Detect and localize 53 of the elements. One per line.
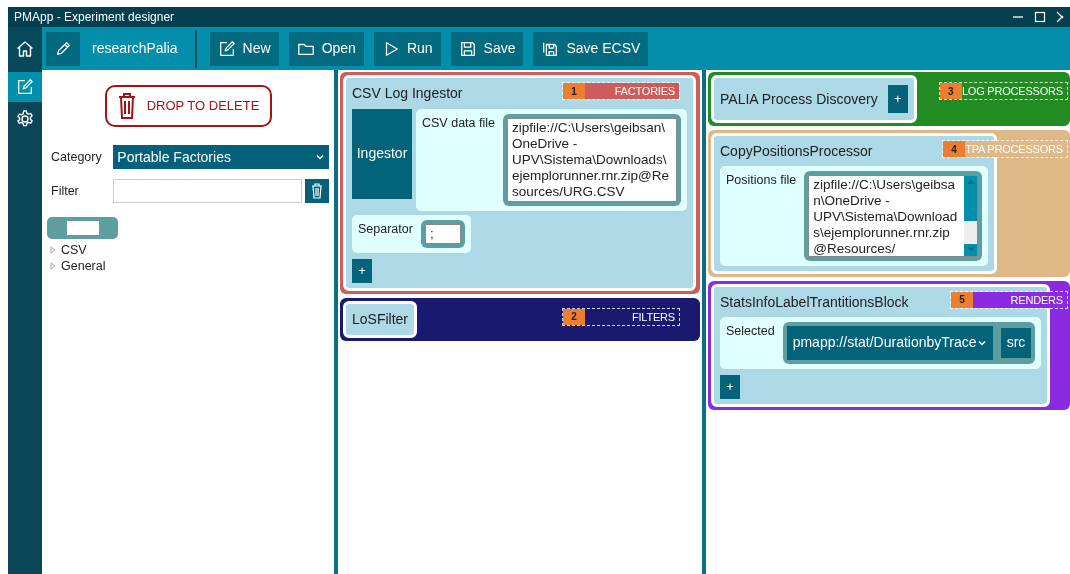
clear-filter-button[interactable] xyxy=(305,179,329,203)
trash-icon xyxy=(116,92,137,120)
param-label: CSV data file xyxy=(422,114,495,132)
toolbar-button[interactable]: Save ECSV xyxy=(533,31,649,66)
edit-icon xyxy=(16,78,34,96)
maximize-icon[interactable] xyxy=(1034,11,1046,23)
toolbar-button[interactable]: New xyxy=(209,31,279,66)
section-number: 2 xyxy=(563,308,585,325)
section-label: FACTORIES xyxy=(585,83,679,99)
project-name: researchPalia xyxy=(91,39,179,58)
block-title: PALIA Process Discovery xyxy=(720,90,878,109)
window-title: PMApp - Experiment designer xyxy=(14,9,175,26)
block-title: StatsInfoLabelTrantitionsBlock xyxy=(720,293,909,310)
role-label: Ingestor xyxy=(352,108,412,199)
block-title: CSV Log Ingestor xyxy=(352,85,463,101)
expand-icon[interactable] xyxy=(50,246,56,254)
expand-icon[interactable] xyxy=(50,262,56,270)
close-icon[interactable] xyxy=(1056,11,1064,23)
add-button[interactable]: + xyxy=(352,258,372,283)
toggle-button[interactable] xyxy=(47,217,118,239)
save-icon xyxy=(458,39,477,58)
source-button[interactable]: src xyxy=(1000,327,1032,358)
pencil-icon xyxy=(54,39,72,58)
section-number: 3 xyxy=(939,83,962,99)
chevron-icon xyxy=(315,152,325,162)
settings-icon xyxy=(15,109,35,129)
tree-item[interactable]: CSV xyxy=(61,242,87,258)
add-button[interactable]: + xyxy=(887,85,908,113)
add-button[interactable]: + xyxy=(720,374,740,399)
param-label: Selected xyxy=(726,322,775,340)
section-number: 1 xyxy=(563,83,585,99)
param-label: Positions file xyxy=(726,171,797,189)
section-number: 5 xyxy=(951,291,973,308)
block-title: CopyPositionsProcessor xyxy=(720,143,873,159)
section-number: 4 xyxy=(943,141,966,157)
value-select[interactable]: pmapp://stat/DurationbyTrace xyxy=(786,325,993,360)
rename-button[interactable] xyxy=(46,31,80,66)
toolbar-button[interactable]: Open xyxy=(288,31,364,66)
tree-item[interactable]: General xyxy=(61,258,106,274)
text-field[interactable]: zipfile://C:\Users\geibsan\OneDrive - UPV\Sistema\Downloads\ejemplorunner.rnr.zip@Resources/URG.CSV xyxy=(506,117,677,202)
filter-field[interactable] xyxy=(113,179,303,203)
param-label: Separator xyxy=(358,220,413,238)
filter-label: Filter xyxy=(50,182,80,200)
trash-icon xyxy=(311,183,324,199)
toolbar-button[interactable]: Save xyxy=(450,31,524,66)
drop-to-delete-button[interactable]: DROP TO DELETE xyxy=(104,85,272,127)
category-select[interactable]: Portable Factories xyxy=(113,145,329,169)
home-icon xyxy=(15,38,35,59)
category-label: Category xyxy=(50,148,103,166)
block-title: LoSFilter xyxy=(352,310,409,327)
edit-icon xyxy=(217,39,236,58)
toolbar-button[interactable]: Run xyxy=(373,31,441,66)
text-field[interactable]: ; xyxy=(424,223,461,244)
